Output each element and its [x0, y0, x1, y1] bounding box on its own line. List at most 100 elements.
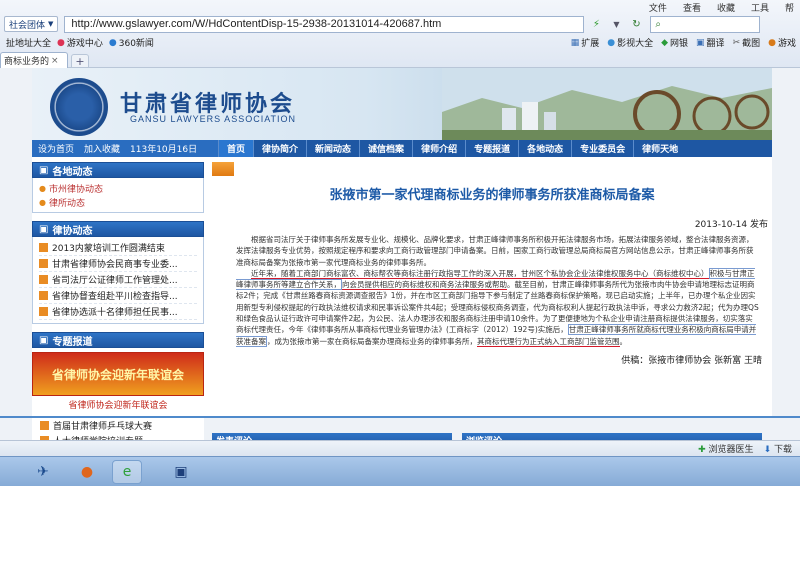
nav-lawyer-world[interactable]: 律师天地 [633, 140, 686, 157]
promo-caption[interactable]: 省律师协会迎新年联谊会 [32, 398, 204, 411]
article-paragraph: 近年来，随着工商部门商标富农、商标帮农等商标注册行政指导工作的深入开展，甘州区个… [236, 267, 760, 347]
media-player-icon[interactable]: ▣ [166, 460, 196, 484]
fav-item-directory[interactable]: 扯地址大全 [6, 36, 51, 49]
site-category-dropdown[interactable]: 社会团体 ▼ [4, 16, 59, 32]
firefox-icon[interactable]: ● [72, 460, 102, 484]
local-news-title: 各地动态 [52, 166, 93, 178]
tab-current[interactable]: 商标业务的 × [0, 52, 68, 68]
doctor-item[interactable]: ✚ 浏览器医生 [698, 442, 753, 455]
left-sidebar: ▣ 各地动态 ● 市州律协动态 ● 律所动态 ▣ 律协动态 2013内蒙培训工作圆满… [32, 162, 204, 416]
fav-item-games[interactable]: ● 游戏中心 [57, 36, 103, 50]
set-homepage-link[interactable]: 设为首页 [38, 142, 74, 155]
news-title: 甘肃省律师协会民商事专业委... [52, 260, 178, 270]
special-header: ▣ 专题报道 [32, 332, 204, 348]
fav-label: 360新闻 [118, 39, 154, 49]
bird-app-icon[interactable]: ✈ [28, 460, 58, 484]
new-tab-button[interactable]: + [71, 54, 89, 68]
dropdown-arrow-icon[interactable]: ▼ [608, 16, 624, 32]
news-icon: ● [108, 37, 117, 48]
menu-tools[interactable]: 工具 [751, 1, 769, 14]
game-icon: ● [57, 37, 65, 48]
doc-icon [39, 243, 48, 252]
underlined-text: 向会员提供相应的商标维权和商务法律服务或帮助 [342, 280, 507, 291]
add-favorite-link[interactable]: 加入收藏 [84, 142, 120, 155]
nav-lawyers[interactable]: 律师介绍 [412, 140, 465, 157]
nav-home[interactable]: 首页 [218, 140, 254, 157]
tool-label: 翻译 [706, 39, 725, 49]
list-item[interactable]: 2013内蒙培训工作圆满结束 [39, 240, 197, 256]
doctor-icon: ✚ [698, 445, 706, 455]
browser-icon[interactable]: e [112, 460, 142, 484]
tool-translate[interactable]: ▣ 翻译 [696, 36, 725, 50]
fav-item-news[interactable]: ● 360新闻 [108, 36, 154, 50]
nav-utility: 设为首页 加入收藏 113年10月16日 [32, 140, 218, 157]
article-title: 张掖市第一家代理商标业务的律师事务所获准商标局备案 [329, 188, 655, 203]
doc-icon [39, 307, 48, 316]
site-banner: 甘肃省律师协会 GANSU LAWYERS ASSOCIATION [32, 68, 772, 140]
association-logo [50, 78, 108, 136]
tool-extensions[interactable]: ▦ 扩展 [571, 36, 600, 50]
nav-special[interactable]: 专题报道 [465, 140, 518, 157]
menu-favorites[interactable]: 收藏 [717, 1, 735, 14]
web-page: 甘肃省律师协会 GANSU LAWYERS ASSOCIATION 设为首页 加… [0, 68, 800, 416]
list-item[interactable]: 省司法厅公证律师工作管理处... [39, 272, 197, 288]
assoc-news-body: 2013内蒙培训工作圆满结束 甘肃省律师协会民商事专业委... 省司法厅公证律师… [32, 237, 204, 324]
underlined-text: 随着工商部门商标富农、商标帮农等商标注册行政指导工作的深入开展， [281, 268, 521, 279]
tool-games[interactable]: ● 游戏 [768, 36, 796, 50]
bullet-icon: ● [39, 197, 46, 207]
list-item[interactable]: 省律协选派十名律师担任民事... [39, 304, 197, 320]
nav-committees[interactable]: 专业委员会 [571, 140, 633, 157]
list-item[interactable]: 省律协督查组赴平川检查指导... [39, 288, 197, 304]
link-label: 市州律协动态 [48, 184, 103, 195]
search-input[interactable]: ⌕ [650, 15, 761, 33]
site-container: 甘肃省律师协会 GANSU LAWYERS ASSOCIATION 设为首页 加… [32, 68, 772, 416]
browser-status-bar: ✚ 浏览器医生 ⬇ 下载 [0, 440, 800, 456]
address-row: 社会团体 ▼ http://www.gslawyer.com/W/HdConte… [0, 14, 800, 34]
news-title: 省司法厅公证律师工作管理处... [52, 276, 178, 286]
article-source: 供稿：张掖市律师协会 张新富 王晴 [621, 355, 762, 366]
underlined-text: 甘州区个私协会企业法律维权服务中心（商标维权中心） [521, 268, 709, 279]
refresh-icon[interactable]: ↻ [628, 16, 644, 32]
publish-date: 2013-10-14 发布 [694, 220, 768, 230]
tool-video[interactable]: ● 影视大全 [607, 36, 653, 50]
lightning-icon[interactable]: ⚡ [588, 16, 604, 32]
tab-strip: 商标业务的 × + [0, 51, 800, 68]
nav-about[interactable]: 律协简介 [253, 140, 306, 157]
nav-news[interactable]: 新闻动态 [306, 140, 359, 157]
address-bar[interactable]: http://www.gslawyer.com/W/HdContentDisp-… [64, 15, 585, 33]
os-taskbar: ✈ ● e ▣ [0, 456, 800, 486]
nav-integrity[interactable]: 诚信档案 [359, 140, 412, 157]
doc-icon [40, 421, 49, 430]
underlined-text: 近年来， [251, 268, 281, 279]
bullet-icon: ● [39, 183, 46, 193]
shield-icon: ◆ [661, 37, 669, 48]
promo-banner[interactable]: 省律师协会迎新年联谊会 [32, 352, 204, 396]
close-icon[interactable]: × [51, 56, 59, 66]
doc-icon [39, 259, 48, 268]
underlined-text: 其商标代理行为正式纳入工商部门监管范围 [477, 336, 620, 347]
scissors-icon: ✂ [732, 37, 741, 48]
menu-file[interactable]: 文件 [649, 1, 667, 14]
site-category-label: 社会团体 [9, 20, 46, 31]
box-icon: ▣ [39, 164, 49, 176]
link-label: 律所动态 [48, 198, 85, 209]
doc-icon [39, 291, 48, 300]
link-firm-news[interactable]: ● 律所动态 [39, 195, 197, 209]
menu-bar: 文件 查看 收藏 工具 帮 [649, 1, 794, 14]
article-paragraph: 根据省司法厅关于律师事务所发展专业化、规模化、品牌化要求，甘肃正峰律师事务所积极… [236, 235, 754, 267]
panel-tab-decoration [212, 162, 234, 176]
favorites-bar: 扯地址大全 ● 游戏中心 ● 360新闻 ▦ 扩展 ● 影视大全 ◆ 网银 ▣ 翻译 ✂ 截图… [0, 35, 800, 50]
menu-help[interactable]: 帮 [785, 1, 794, 14]
menu-view[interactable]: 查看 [683, 1, 701, 14]
list-item[interactable]: 首届甘肃律师乒乓球大赛 [32, 418, 204, 433]
nav-local[interactable]: 各地动态 [518, 140, 571, 157]
download-item[interactable]: ⬇ 下载 [764, 442, 792, 455]
assoc-news-header: ▣ 律协动态 [32, 221, 204, 237]
tool-bank[interactable]: ◆ 网银 [661, 36, 688, 50]
box-icon: ▣ [39, 223, 49, 235]
link-city-news[interactable]: ● 市州律协动态 [39, 181, 197, 195]
list-item[interactable]: 甘肃省律师协会民商事专业委... [39, 256, 197, 272]
assoc-news-title: 律协动态 [52, 225, 93, 237]
article-body: 根据省司法厅关于律师事务所发展专业化、规模化、品牌化要求，甘肃正峰律师事务所积极… [212, 234, 772, 347]
tool-screenshot[interactable]: ✂ 截图 [732, 36, 761, 50]
